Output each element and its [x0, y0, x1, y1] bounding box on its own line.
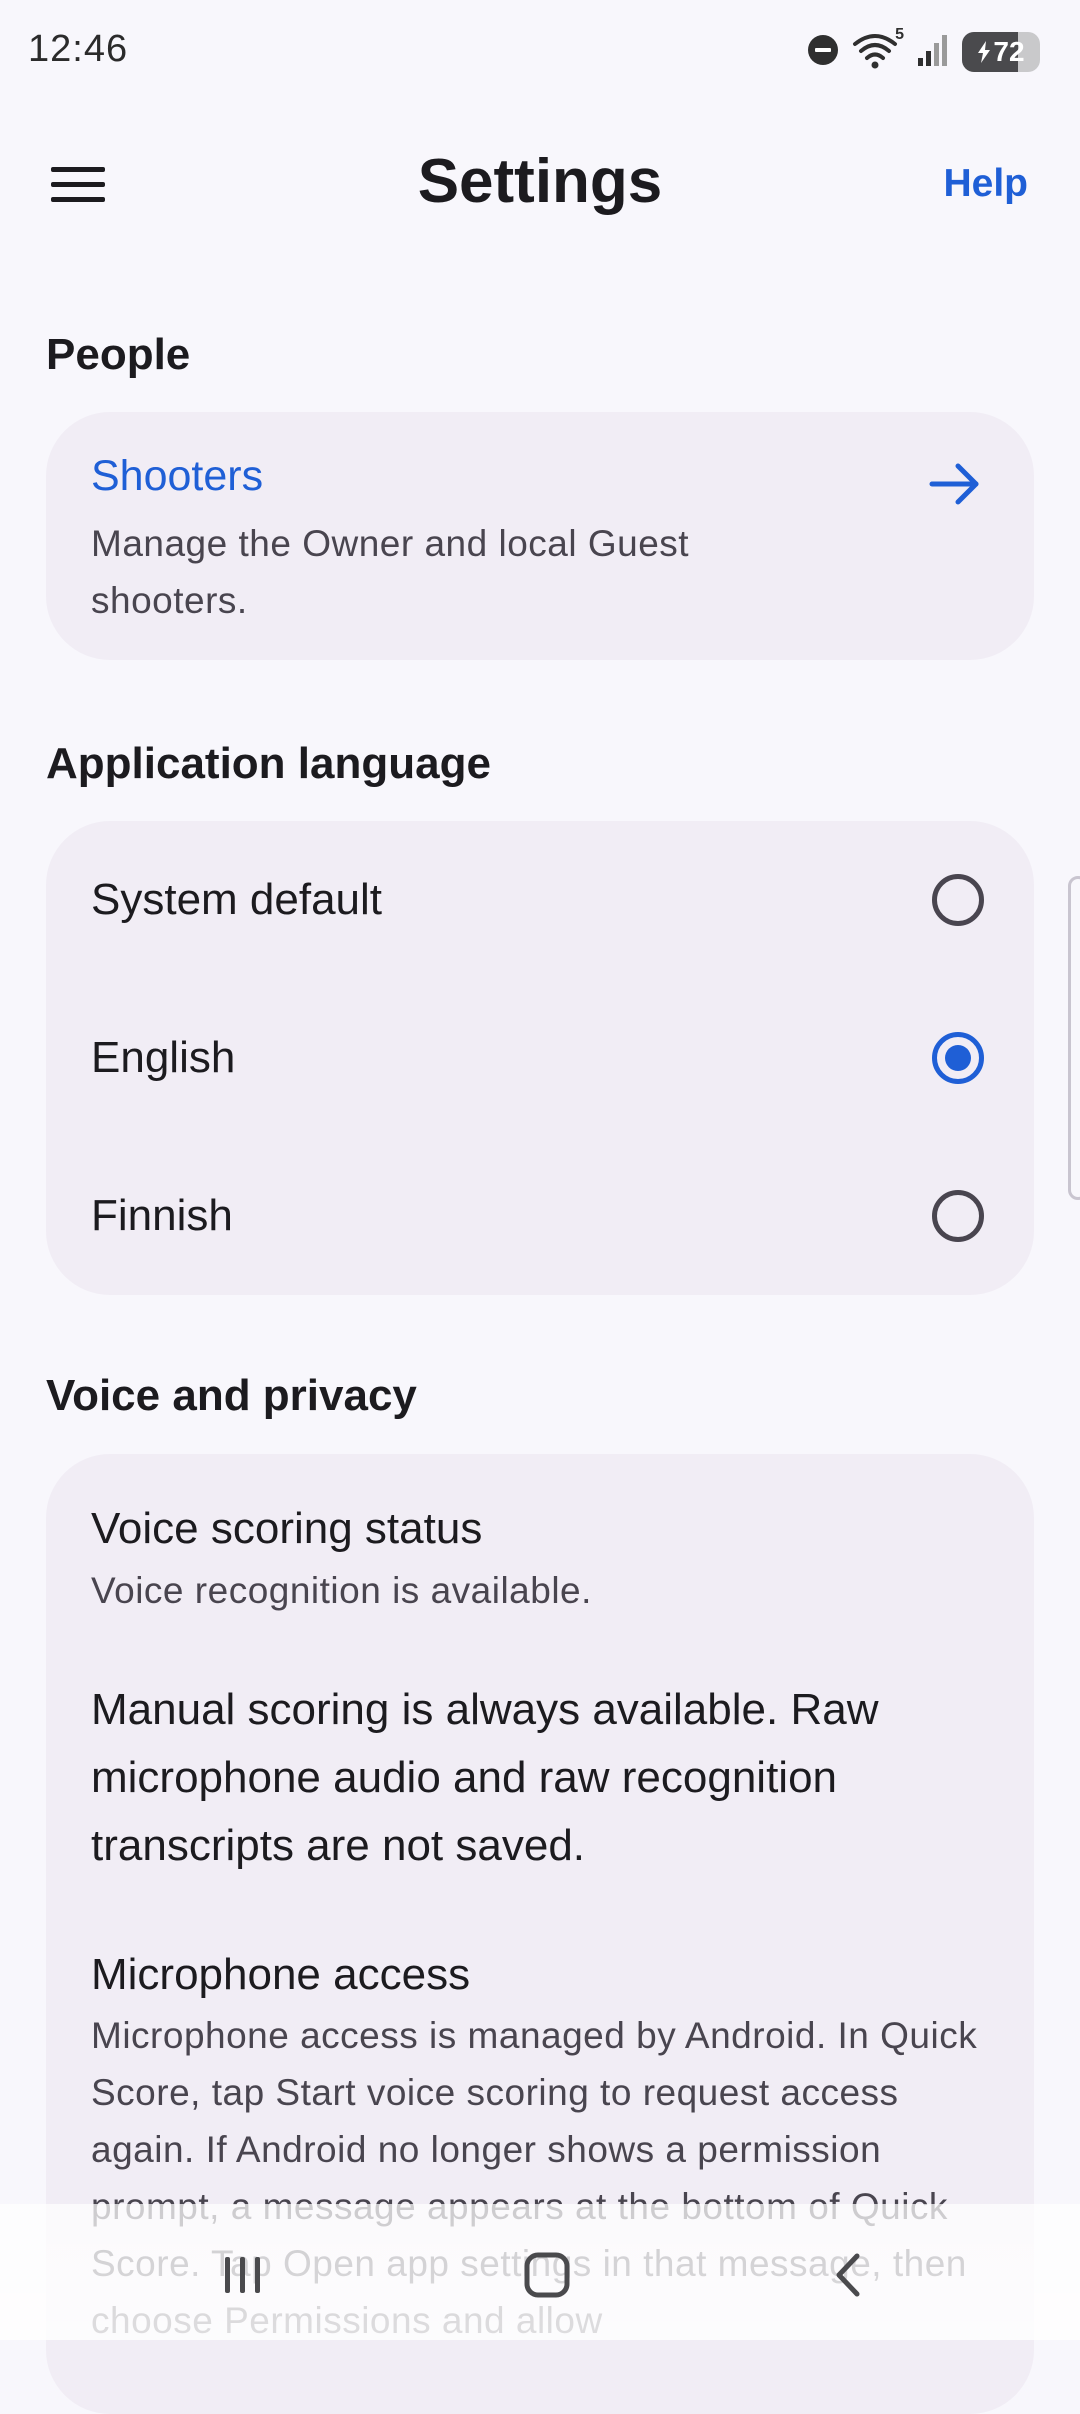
section-heading-voice: Voice and privacy	[46, 1371, 417, 1420]
language-option-english[interactable]: English	[46, 979, 1034, 1137]
scrollbar[interactable]	[1068, 876, 1080, 1200]
page-title: Settings	[417, 147, 663, 216]
wifi-badge: 5	[895, 26, 904, 43]
microphone-access-title: Microphone access	[91, 1950, 471, 1999]
section-heading-language: Application language	[46, 739, 491, 788]
language-option-label: System default	[91, 875, 383, 924]
radio-button[interactable]	[932, 1190, 984, 1242]
voice-status-description: Voice recognition is available.	[91, 1570, 592, 1611]
language-option-label: English	[91, 1033, 236, 1082]
language-option-system-default[interactable]: System default	[46, 821, 1034, 979]
back-icon	[836, 2253, 860, 2297]
manual-scoring-note: Manual scoring is always available. Raw …	[91, 1685, 879, 1870]
language-option-label: Finnish	[91, 1191, 233, 1240]
shooters-card[interactable]: Shooters Manage the Owner and local Gues…	[46, 412, 1034, 660]
charging-bolt-icon	[978, 41, 991, 63]
status-time: 12:46	[28, 28, 129, 70]
section-heading-people: People	[46, 330, 191, 379]
back-button[interactable]	[814, 2240, 884, 2310]
battery-icon: 72	[962, 32, 1040, 72]
dnd-icon	[806, 33, 840, 72]
wifi-icon: 5	[852, 26, 904, 72]
language-card: System default English Finnish	[46, 821, 1034, 1295]
shooters-description: Manage the Owner and local Guest shooter…	[91, 523, 690, 621]
app-bar: Settings Help	[0, 100, 1080, 270]
voice-status-title: Voice scoring status	[91, 1504, 483, 1553]
recents-icon	[225, 2257, 260, 2293]
status-bar: 12:46 5 72	[0, 0, 1080, 100]
navigation-bar	[0, 2204, 1080, 2340]
radio-button[interactable]	[932, 874, 984, 926]
shooters-title: Shooters	[91, 452, 264, 500]
signal-icon	[916, 32, 950, 73]
home-icon	[524, 2252, 570, 2298]
language-option-finnish[interactable]: Finnish	[46, 1137, 1034, 1295]
radio-button-selected[interactable]	[932, 1032, 984, 1084]
arrow-right-icon	[929, 463, 979, 505]
help-button[interactable]: Help	[943, 162, 1028, 206]
recents-button[interactable]	[208, 2240, 278, 2310]
battery-level: 72	[993, 36, 1025, 67]
home-button[interactable]	[512, 2240, 582, 2310]
status-icons: 5 72	[806, 26, 1040, 74]
